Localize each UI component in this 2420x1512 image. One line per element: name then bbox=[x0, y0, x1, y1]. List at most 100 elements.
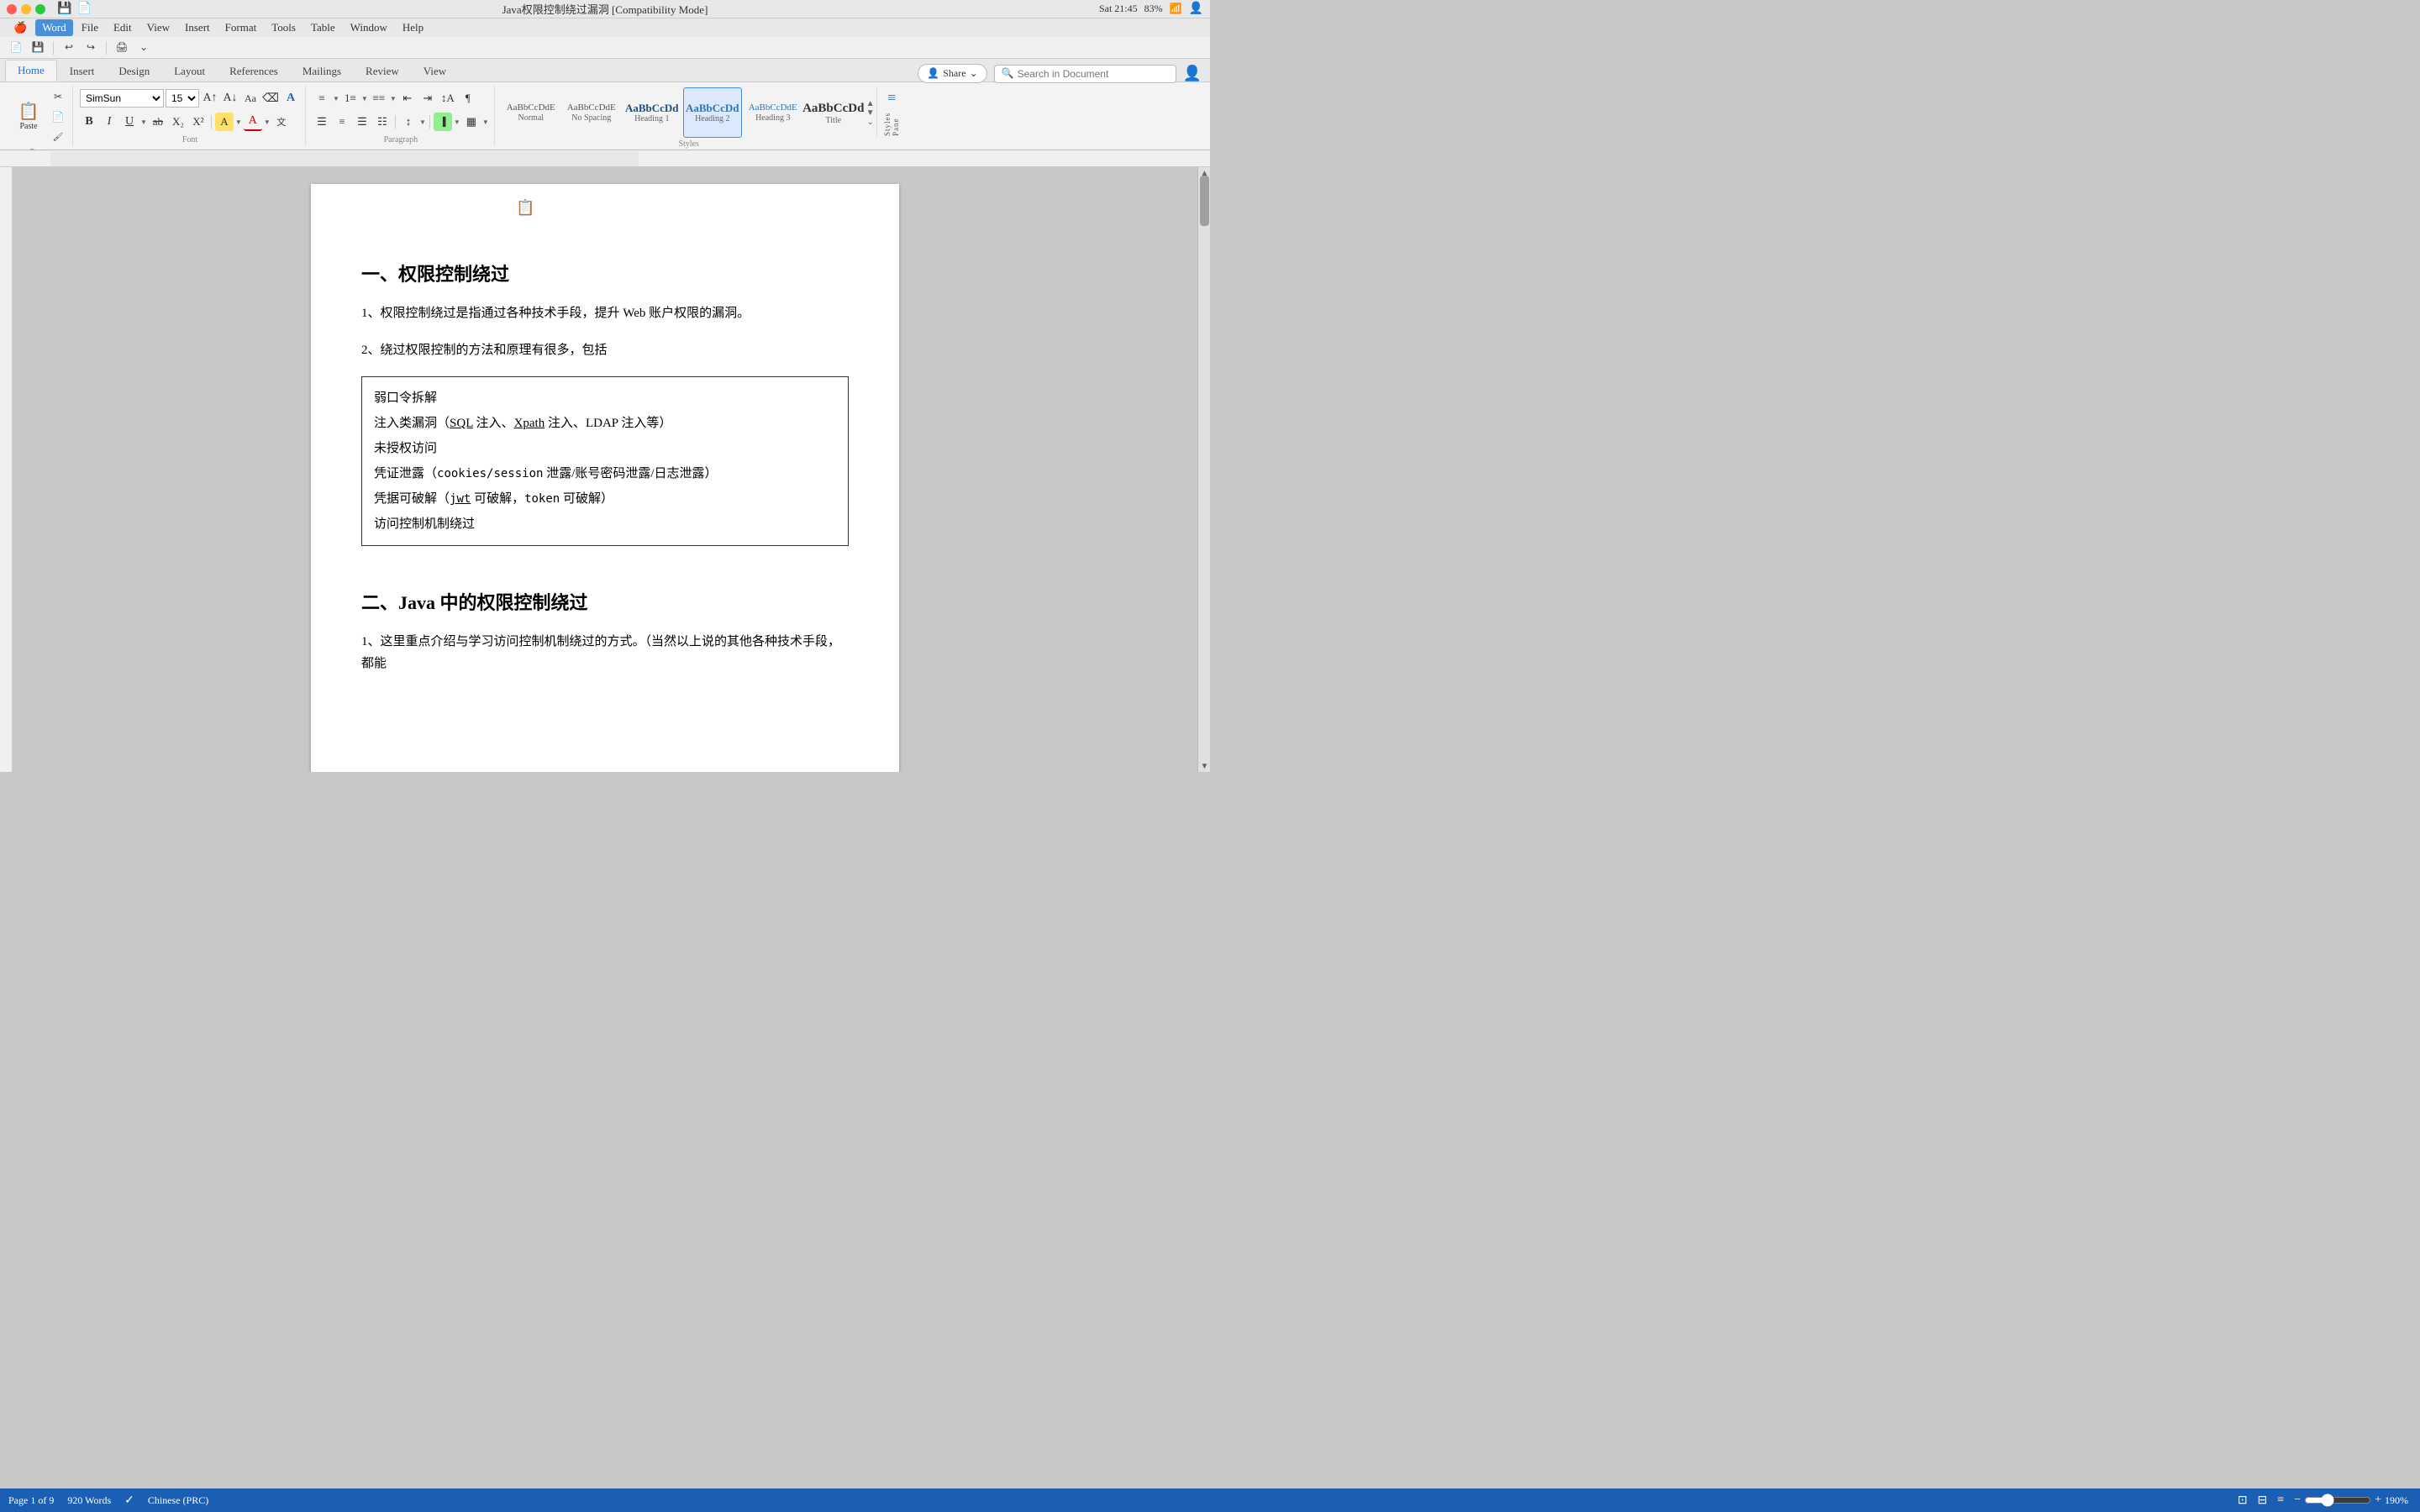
undo-button[interactable]: ↩ bbox=[60, 39, 78, 57]
zoom-slider[interactable] bbox=[2304, 1494, 2371, 1507]
menu-word[interactable]: Word bbox=[35, 19, 73, 36]
menu-format[interactable]: Format bbox=[218, 19, 264, 36]
close-button[interactable] bbox=[7, 4, 17, 14]
multilevel-arrow[interactable]: ▼ bbox=[390, 95, 397, 102]
format-painter-button[interactable]: 🖌 bbox=[49, 128, 67, 146]
quick-save-icon[interactable]: 💾 bbox=[57, 2, 71, 16]
layout-icon-1[interactable]: ⊡ bbox=[2238, 1494, 2248, 1508]
bullets-arrow[interactable]: ▼ bbox=[333, 95, 339, 102]
tab-design[interactable]: Design bbox=[107, 61, 161, 81]
scroll-up-arrow[interactable]: ▲ bbox=[1198, 167, 1210, 179]
highlight-color-button[interactable]: A bbox=[215, 113, 234, 131]
tab-home[interactable]: Home bbox=[5, 60, 57, 81]
search-input[interactable] bbox=[1018, 68, 1169, 80]
font-size-select[interactable]: 15 bbox=[166, 89, 199, 108]
menu-edit[interactable]: Edit bbox=[107, 19, 139, 36]
save-button[interactable]: 💾 bbox=[29, 39, 47, 57]
style-normal[interactable]: AaBbCcDdE Normal bbox=[502, 87, 560, 138]
underline-button[interactable]: U bbox=[120, 113, 139, 131]
superscript-button[interactable]: X² bbox=[189, 113, 208, 131]
style-no-spacing[interactable]: AaBbCcDdE No Spacing bbox=[562, 87, 621, 138]
print-button[interactable]: 🖨 bbox=[113, 39, 131, 57]
borders-button[interactable]: ▦ bbox=[462, 113, 481, 131]
customize-button[interactable]: ⌄ bbox=[134, 39, 153, 57]
style-heading3[interactable]: AaBbCcDdE Heading 3 bbox=[744, 87, 802, 138]
justify-button[interactable]: ☷ bbox=[373, 113, 392, 131]
change-case-button[interactable]: Aa bbox=[241, 89, 260, 108]
style-heading2[interactable]: AaBbCcDd Heading 2 bbox=[683, 87, 742, 138]
highlight-arrow[interactable]: ▼ bbox=[235, 118, 242, 126]
quick-toolbar-icon[interactable]: 📄 bbox=[76, 2, 91, 16]
underline-arrow[interactable]: ▼ bbox=[140, 118, 147, 126]
linespace-arrow[interactable]: ▼ bbox=[419, 118, 426, 126]
shading-button[interactable]: ▐ bbox=[434, 113, 452, 131]
align-left-button[interactable]: ☰ bbox=[313, 113, 331, 131]
pilcrow-button[interactable]: ¶ bbox=[459, 89, 477, 108]
account-icon[interactable]: 👤 bbox=[1189, 2, 1203, 16]
numbering-arrow[interactable]: ▼ bbox=[361, 95, 368, 102]
tab-layout[interactable]: Layout bbox=[162, 61, 217, 81]
page-container[interactable]: 📋 一、权限控制绕过 1、权限控制绕过是指通过各种技术手段，提升 Web 账户权… bbox=[13, 167, 1197, 772]
text-effects-button[interactable]: A bbox=[281, 89, 300, 108]
align-center-button[interactable]: ≡ bbox=[333, 113, 351, 131]
font-shrink-button[interactable]: A↓ bbox=[221, 89, 239, 108]
multilevel-list-button[interactable]: ≡≡ bbox=[370, 89, 388, 108]
scroll-thumb[interactable] bbox=[1200, 176, 1209, 226]
bold-button[interactable]: B bbox=[80, 113, 98, 131]
align-right-button[interactable]: ☰ bbox=[353, 113, 371, 131]
zoom-in-button[interactable]: + bbox=[2375, 1494, 2381, 1507]
sort-button[interactable]: ↕A bbox=[439, 89, 457, 108]
styles-expand-button[interactable]: ▲ ▼ ⌄ bbox=[865, 97, 876, 129]
tab-review[interactable]: Review bbox=[354, 61, 411, 81]
tab-references[interactable]: References bbox=[218, 61, 290, 81]
menu-table[interactable]: Table bbox=[304, 19, 342, 36]
menu-apple[interactable]: 🍎 bbox=[7, 19, 34, 36]
fontcolor-arrow[interactable]: ▼ bbox=[264, 118, 271, 126]
menu-file[interactable]: File bbox=[75, 19, 105, 36]
italic-button[interactable]: I bbox=[100, 113, 118, 131]
scroll-down-arrow[interactable]: ▼ bbox=[1198, 760, 1210, 772]
menu-tools[interactable]: Tools bbox=[265, 19, 302, 36]
page-status[interactable]: Page 1 of 9 bbox=[8, 1494, 54, 1507]
clear-format-button[interactable]: ⌫ bbox=[261, 89, 280, 108]
zoom-out-button[interactable]: − bbox=[2294, 1494, 2301, 1507]
menu-help[interactable]: Help bbox=[396, 19, 430, 36]
tab-mailings[interactable]: Mailings bbox=[291, 61, 353, 81]
words-status[interactable]: 920 Words bbox=[67, 1494, 111, 1507]
cut-button[interactable]: ✂ bbox=[49, 87, 67, 106]
tab-view[interactable]: View bbox=[412, 61, 458, 81]
shading-arrow[interactable]: ▼ bbox=[454, 118, 460, 126]
numbering-button[interactable]: 1≡ bbox=[341, 89, 360, 108]
strikethrough-button[interactable]: ab bbox=[149, 113, 167, 131]
menu-view[interactable]: View bbox=[140, 19, 176, 36]
tab-insert[interactable]: Insert bbox=[58, 61, 107, 81]
style-heading1[interactable]: AaBbCcDd Heading 1 bbox=[623, 87, 681, 138]
paste-button[interactable]: 📋 Paste bbox=[10, 94, 47, 139]
line-spacing-button[interactable]: ↕ bbox=[399, 113, 418, 131]
account-button[interactable]: 👤 bbox=[1183, 65, 1202, 82]
minimize-button[interactable] bbox=[21, 4, 31, 14]
increase-indent-button[interactable]: ⇥ bbox=[418, 89, 437, 108]
borders-arrow[interactable]: ▼ bbox=[482, 118, 489, 126]
decrease-indent-button[interactable]: ⇤ bbox=[398, 89, 417, 108]
subscript-button[interactable]: X₂ bbox=[169, 113, 187, 131]
redo-button[interactable]: ↪ bbox=[82, 39, 100, 57]
language-status[interactable]: Chinese (PRC) bbox=[148, 1494, 208, 1507]
font-color-button[interactable]: A bbox=[244, 113, 262, 131]
scrollbar[interactable]: ▲ ▼ bbox=[1197, 167, 1210, 772]
bullets-button[interactable]: ≡ bbox=[313, 89, 331, 108]
maximize-button[interactable] bbox=[35, 4, 45, 14]
share-button[interactable]: 👤 Share ⌄ bbox=[918, 64, 986, 83]
style-title[interactable]: AaBbCcDd Title bbox=[804, 87, 863, 138]
font-grow-button[interactable]: A↑ bbox=[201, 89, 219, 108]
font-name-select[interactable]: SimSun bbox=[80, 89, 164, 108]
layout-icon-2[interactable]: ⊟ bbox=[2258, 1494, 2268, 1508]
styles-pane-button[interactable]: ≡ Styles Pane bbox=[876, 87, 907, 138]
zoom-level[interactable]: 190% bbox=[2385, 1494, 2412, 1507]
menu-insert[interactable]: Insert bbox=[178, 19, 217, 36]
copy-button[interactable]: 📄 bbox=[49, 108, 67, 126]
ruby-button[interactable]: 文 bbox=[272, 113, 291, 131]
menu-window[interactable]: Window bbox=[344, 19, 394, 36]
new-doc-button[interactable]: 📄 bbox=[7, 39, 25, 57]
layout-icon-3[interactable]: ≡ bbox=[2277, 1494, 2284, 1507]
